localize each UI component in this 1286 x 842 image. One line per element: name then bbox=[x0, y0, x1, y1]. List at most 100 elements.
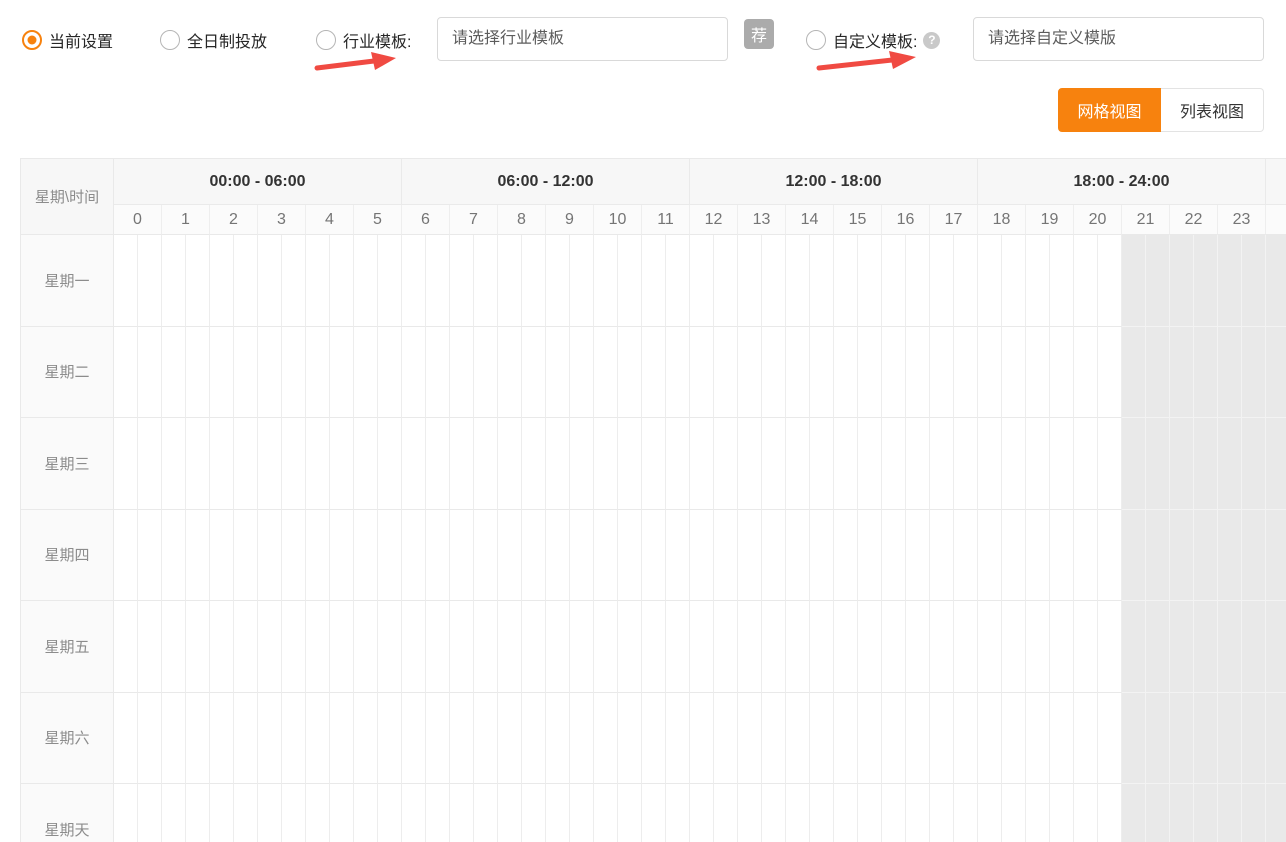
schedule-cell[interactable] bbox=[234, 693, 258, 785]
schedule-cell[interactable] bbox=[474, 601, 498, 693]
schedule-cell[interactable] bbox=[978, 235, 1002, 327]
schedule-cell[interactable] bbox=[1242, 601, 1266, 693]
schedule-cell[interactable] bbox=[114, 784, 138, 842]
schedule-cell[interactable] bbox=[642, 693, 666, 785]
schedule-cell[interactable] bbox=[834, 327, 858, 419]
schedule-cell[interactable] bbox=[498, 693, 522, 785]
schedule-cell[interactable] bbox=[474, 693, 498, 785]
schedule-cell[interactable] bbox=[426, 327, 450, 419]
schedule-cell[interactable] bbox=[162, 510, 186, 602]
schedule-cell[interactable] bbox=[186, 601, 210, 693]
schedule-cell[interactable] bbox=[1170, 693, 1194, 785]
schedule-cell[interactable] bbox=[810, 418, 834, 510]
schedule-cell[interactable] bbox=[570, 693, 594, 785]
schedule-cell[interactable] bbox=[882, 510, 906, 602]
radio-industry-template[interactable]: 行业模板: bbox=[316, 28, 411, 52]
schedule-cell[interactable] bbox=[354, 510, 378, 602]
schedule-cell[interactable] bbox=[570, 601, 594, 693]
schedule-cell[interactable] bbox=[786, 784, 810, 842]
schedule-cell[interactable] bbox=[306, 693, 330, 785]
schedule-cell[interactable] bbox=[234, 235, 258, 327]
schedule-cell[interactable] bbox=[402, 510, 426, 602]
schedule-cell[interactable] bbox=[930, 327, 954, 419]
schedule-cell[interactable] bbox=[258, 784, 282, 842]
schedule-cell[interactable] bbox=[738, 418, 762, 510]
schedule-cell[interactable] bbox=[258, 327, 282, 419]
schedule-cell[interactable] bbox=[282, 601, 306, 693]
schedule-cell[interactable] bbox=[594, 418, 618, 510]
schedule-cell[interactable] bbox=[930, 601, 954, 693]
schedule-cell[interactable] bbox=[954, 235, 978, 327]
schedule-cell[interactable] bbox=[450, 418, 474, 510]
radio-unselected-icon[interactable] bbox=[316, 30, 336, 50]
schedule-cell[interactable] bbox=[1002, 418, 1026, 510]
schedule-cell[interactable] bbox=[1050, 601, 1074, 693]
schedule-cell[interactable] bbox=[282, 418, 306, 510]
schedule-cell[interactable] bbox=[1242, 235, 1266, 327]
schedule-cell[interactable] bbox=[282, 327, 306, 419]
schedule-cell[interactable] bbox=[1194, 235, 1218, 327]
schedule-cell[interactable] bbox=[762, 784, 786, 842]
schedule-cell[interactable] bbox=[1170, 510, 1194, 602]
schedule-cell[interactable] bbox=[690, 235, 714, 327]
schedule-cell[interactable] bbox=[138, 784, 162, 842]
schedule-cell[interactable] bbox=[1218, 693, 1242, 785]
schedule-cell[interactable] bbox=[1194, 784, 1218, 842]
schedule-cell[interactable] bbox=[954, 784, 978, 842]
schedule-cell[interactable] bbox=[858, 235, 882, 327]
schedule-cell[interactable] bbox=[1242, 784, 1266, 842]
schedule-cell[interactable] bbox=[1194, 601, 1218, 693]
schedule-cell[interactable] bbox=[1050, 510, 1074, 602]
schedule-cell[interactable] bbox=[594, 601, 618, 693]
schedule-cell[interactable] bbox=[378, 327, 402, 419]
schedule-cell[interactable] bbox=[258, 418, 282, 510]
schedule-cell[interactable] bbox=[1074, 693, 1098, 785]
schedule-cell[interactable] bbox=[834, 510, 858, 602]
schedule-cell[interactable] bbox=[1050, 693, 1074, 785]
schedule-cell[interactable] bbox=[618, 601, 642, 693]
schedule-cell[interactable] bbox=[714, 327, 738, 419]
schedule-cell[interactable] bbox=[1122, 327, 1146, 419]
schedule-cell[interactable] bbox=[1242, 510, 1266, 602]
schedule-cell[interactable] bbox=[882, 693, 906, 785]
schedule-cell[interactable] bbox=[738, 693, 762, 785]
schedule-cell[interactable] bbox=[666, 235, 690, 327]
schedule-cell[interactable] bbox=[138, 327, 162, 419]
schedule-cell[interactable] bbox=[378, 693, 402, 785]
schedule-cell[interactable] bbox=[978, 601, 1002, 693]
schedule-cell[interactable] bbox=[114, 235, 138, 327]
schedule-cell[interactable] bbox=[810, 235, 834, 327]
schedule-cell[interactable] bbox=[762, 601, 786, 693]
schedule-cell[interactable] bbox=[522, 418, 546, 510]
schedule-cell[interactable] bbox=[354, 601, 378, 693]
schedule-cell[interactable] bbox=[1122, 235, 1146, 327]
schedule-cell[interactable] bbox=[402, 418, 426, 510]
schedule-cell[interactable] bbox=[522, 601, 546, 693]
schedule-cell[interactable] bbox=[1122, 601, 1146, 693]
schedule-cell[interactable] bbox=[1074, 510, 1098, 602]
schedule-cell[interactable] bbox=[306, 235, 330, 327]
schedule-cell[interactable] bbox=[426, 693, 450, 785]
schedule-cell[interactable] bbox=[1170, 327, 1194, 419]
schedule-cell[interactable] bbox=[546, 601, 570, 693]
schedule-cell[interactable] bbox=[138, 693, 162, 785]
schedule-cell[interactable] bbox=[546, 510, 570, 602]
schedule-cell[interactable] bbox=[1170, 601, 1194, 693]
tab-grid-view[interactable]: 网格视图 bbox=[1058, 88, 1161, 132]
schedule-cell[interactable] bbox=[714, 418, 738, 510]
schedule-cell[interactable] bbox=[930, 784, 954, 842]
schedule-cell[interactable] bbox=[114, 418, 138, 510]
schedule-cell[interactable] bbox=[834, 601, 858, 693]
schedule-cell[interactable] bbox=[954, 327, 978, 419]
schedule-cell[interactable] bbox=[1122, 784, 1146, 842]
schedule-cell[interactable] bbox=[618, 693, 642, 785]
schedule-cell[interactable] bbox=[330, 510, 354, 602]
schedule-cell[interactable] bbox=[426, 418, 450, 510]
schedule-cell[interactable] bbox=[210, 327, 234, 419]
schedule-cell[interactable] bbox=[1218, 784, 1242, 842]
schedule-cell[interactable] bbox=[834, 235, 858, 327]
schedule-cell[interactable] bbox=[906, 327, 930, 419]
schedule-cell[interactable] bbox=[186, 327, 210, 419]
schedule-cell[interactable] bbox=[1002, 601, 1026, 693]
schedule-cell[interactable] bbox=[114, 601, 138, 693]
